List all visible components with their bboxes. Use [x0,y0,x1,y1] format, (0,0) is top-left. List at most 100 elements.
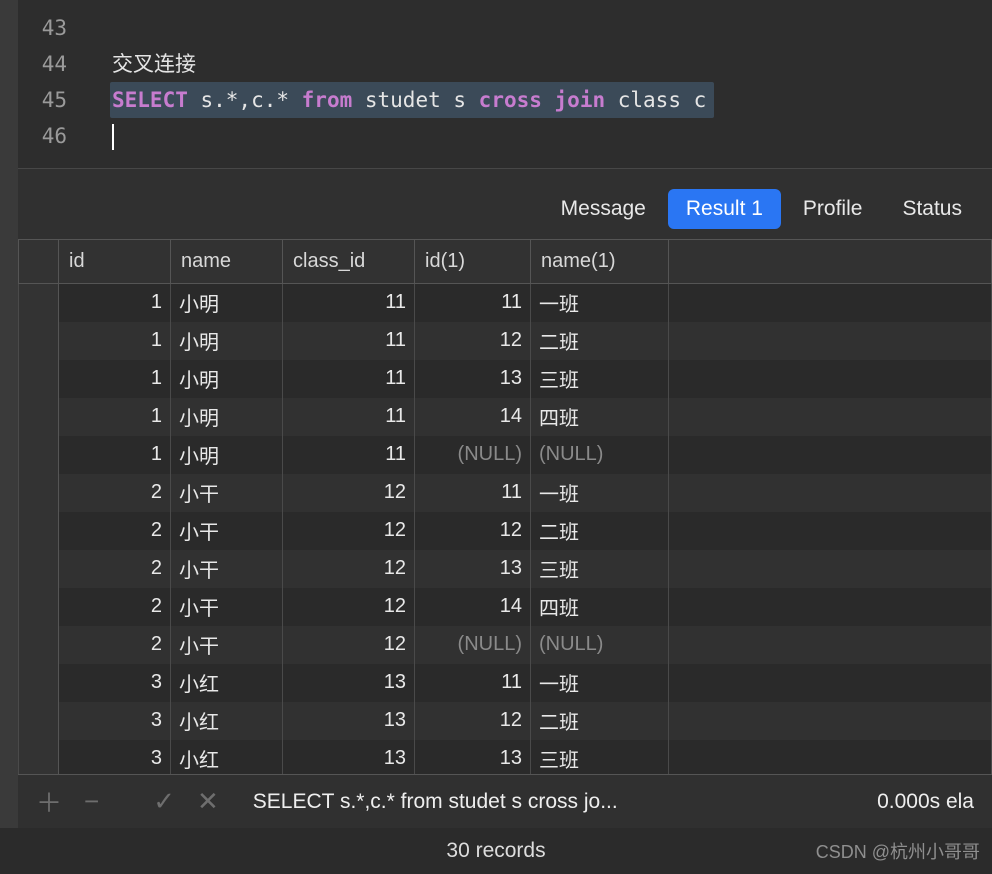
cell-name1[interactable]: 二班 [531,512,669,550]
table-row[interactable]: 1小明1112二班 [19,322,992,360]
table-row[interactable]: 2小干1211一班 [19,474,992,512]
cell-name[interactable]: 小明 [171,322,283,360]
cell-id[interactable]: 1 [59,436,171,474]
cell-spacer [669,322,992,360]
cell-name[interactable]: 小干 [171,588,283,626]
cell-class-id[interactable]: 12 [283,626,415,664]
cell-id1[interactable]: (NULL) [415,626,531,664]
cell-class-id[interactable]: 13 [283,740,415,778]
cell-name[interactable]: 小干 [171,512,283,550]
tab-result[interactable]: Result 1 [668,189,781,229]
cell-id1[interactable]: 12 [415,702,531,740]
cell-name1[interactable]: (NULL) [531,436,669,474]
cell-name[interactable]: 小干 [171,550,283,588]
cell-id1[interactable]: 11 [415,284,531,322]
cell-id[interactable]: 2 [59,626,171,664]
table-row[interactable]: 2小干1214四班 [19,588,992,626]
col-id[interactable]: id [59,240,171,284]
cell-id1[interactable]: 14 [415,398,531,436]
cell-id1[interactable]: 13 [415,740,531,778]
table-row[interactable]: 2小干1213三班 [19,550,992,588]
table-row[interactable]: 1小明1113三班 [19,360,992,398]
cell-name[interactable]: 小明 [171,436,283,474]
table-row[interactable]: 2小干1212二班 [19,512,992,550]
cell-id1[interactable]: 14 [415,588,531,626]
cell-id1[interactable]: 13 [415,550,531,588]
cell-id1[interactable]: (NULL) [415,436,531,474]
table-row[interactable]: 1小明11(NULL)(NULL) [19,436,992,474]
cell-name1[interactable]: 三班 [531,740,669,778]
cell-name[interactable]: 小明 [171,360,283,398]
cell-id[interactable]: 3 [59,664,171,702]
cell-name1[interactable]: 一班 [531,664,669,702]
cell-id[interactable]: 2 [59,474,171,512]
col-class-id[interactable]: class_id [283,240,415,284]
cell-spacer [669,626,992,664]
cell-name1[interactable]: 三班 [531,360,669,398]
table-row[interactable]: 1小明1111一班 [19,284,992,322]
col-name[interactable]: name [171,240,283,284]
cell-name[interactable]: 小红 [171,664,283,702]
cell-name1[interactable]: 一班 [531,474,669,512]
cell-id1[interactable]: 12 [415,512,531,550]
tab-profile[interactable]: Profile [785,189,881,229]
cell-id[interactable]: 1 [59,322,171,360]
cell-id[interactable]: 1 [59,360,171,398]
cell-name1[interactable]: 二班 [531,702,669,740]
cell-name1[interactable]: (NULL) [531,626,669,664]
selected-sql[interactable]: SELECT s.*,c.* from studet s cross join … [110,82,714,118]
table-row[interactable]: 3小红1312二班 [19,702,992,740]
cell-id[interactable]: 2 [59,512,171,550]
add-row-icon[interactable]: ＋ [36,783,62,820]
cell-class-id[interactable]: 13 [283,664,415,702]
cell-class-id[interactable]: 12 [283,512,415,550]
cell-name[interactable]: 小干 [171,626,283,664]
table-row[interactable]: 2小干12(NULL)(NULL) [19,626,992,664]
cell-class-id[interactable]: 12 [283,550,415,588]
cell-id[interactable]: 3 [59,740,171,778]
tab-status[interactable]: Status [884,189,980,229]
cell-name[interactable]: 小干 [171,474,283,512]
col-id1[interactable]: id(1) [415,240,531,284]
remove-row-icon[interactable]: − [84,786,99,817]
cell-id[interactable]: 2 [59,588,171,626]
cell-class-id[interactable]: 12 [283,588,415,626]
col-name1[interactable]: name(1) [531,240,669,284]
cell-class-id[interactable]: 11 [283,436,415,474]
cell-name1[interactable]: 二班 [531,322,669,360]
cell-id1[interactable]: 11 [415,664,531,702]
cell-name[interactable]: 小明 [171,398,283,436]
cell-class-id[interactable]: 11 [283,322,415,360]
cell-name1[interactable]: 一班 [531,284,669,322]
cell-class-id[interactable]: 12 [283,474,415,512]
cell-id[interactable]: 1 [59,398,171,436]
cell-class-id[interactable]: 13 [283,702,415,740]
cell-id1[interactable]: 12 [415,322,531,360]
cell-id1[interactable]: 13 [415,360,531,398]
tab-message[interactable]: Message [543,189,664,229]
code-editor[interactable]: 43 44 45 46 交叉连接 SELECT s.*,c.* from stu… [0,0,992,168]
cell-name[interactable]: 小明 [171,284,283,322]
cancel-icon[interactable]: ✕ [197,786,219,817]
line-gutter: 43 44 45 46 [18,0,80,168]
cell-name1[interactable]: 三班 [531,550,669,588]
table-row[interactable]: 3小红1311一班 [19,664,992,702]
keyword-cross: cross [479,88,542,112]
sql-fields: s.*,c.* [188,88,302,112]
cell-id[interactable]: 2 [59,550,171,588]
code-area[interactable]: 交叉连接 SELECT s.*,c.* from studet s cross … [80,0,992,168]
cell-name[interactable]: 小红 [171,702,283,740]
apply-icon[interactable]: ✓ [153,786,175,817]
cell-name1[interactable]: 四班 [531,398,669,436]
cell-name[interactable]: 小红 [171,740,283,778]
results-grid[interactable]: id name class_id id(1) name(1) 1小明1111一班… [18,239,992,778]
cell-id[interactable]: 3 [59,702,171,740]
cell-id1[interactable]: 11 [415,474,531,512]
cell-id[interactable]: 1 [59,284,171,322]
cell-name1[interactable]: 四班 [531,588,669,626]
cell-class-id[interactable]: 11 [283,284,415,322]
cell-class-id[interactable]: 11 [283,398,415,436]
table-row[interactable]: 1小明1114四班 [19,398,992,436]
table-row[interactable]: 3小红1313三班 [19,740,992,778]
cell-class-id[interactable]: 11 [283,360,415,398]
